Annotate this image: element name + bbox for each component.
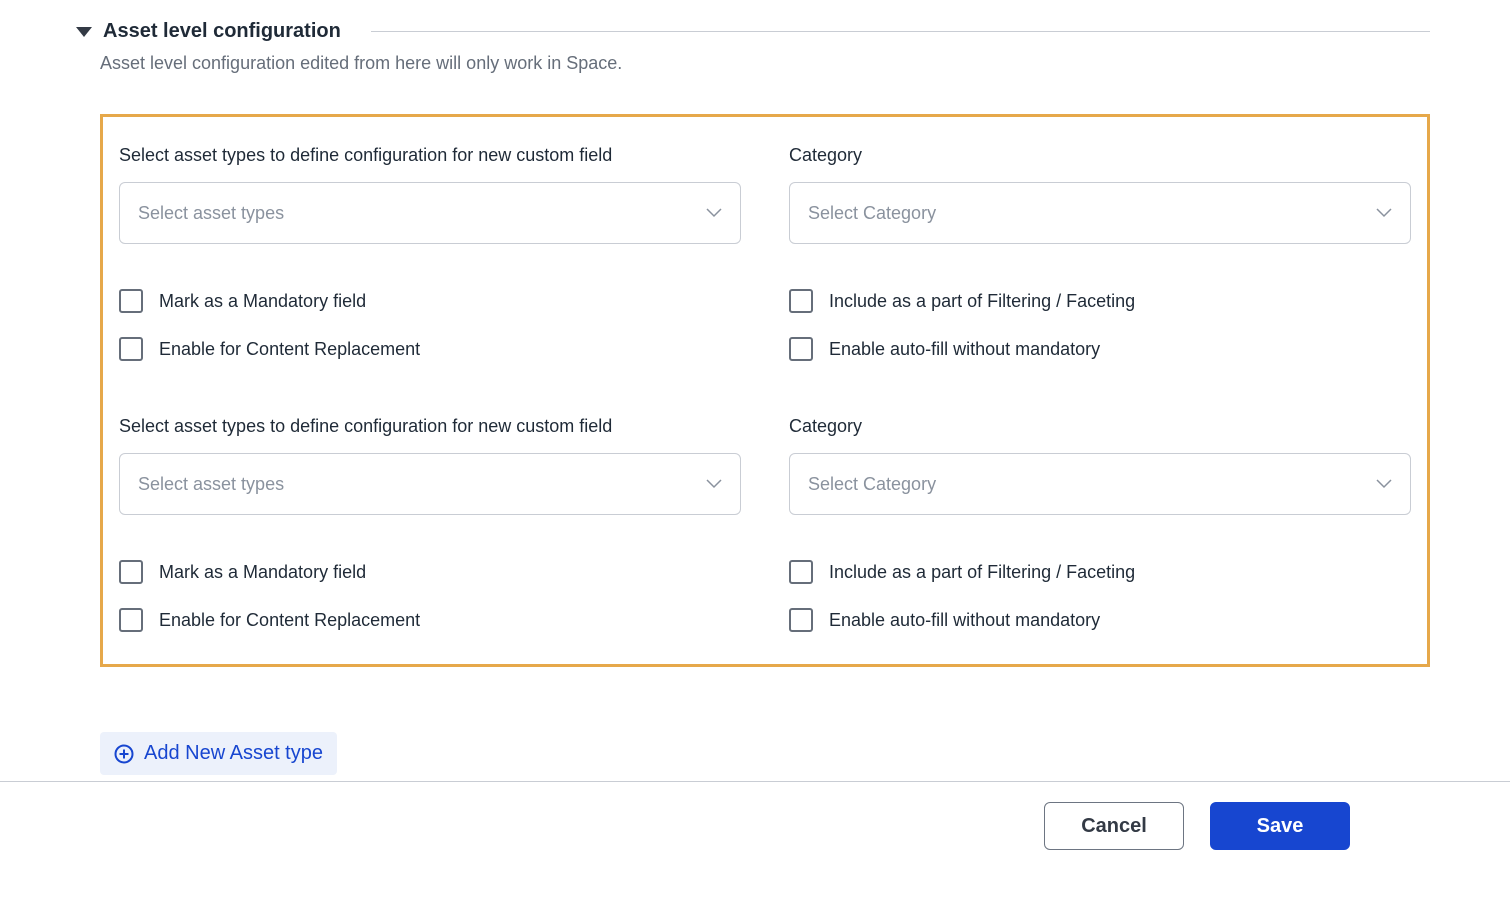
add-new-asset-type-button[interactable]: Add New Asset type — [100, 732, 337, 775]
chevron-down-icon — [706, 479, 722, 489]
mandatory-checkbox[interactable]: Mark as a Mandatory field — [119, 560, 366, 584]
autofill-checkbox[interactable]: Enable auto-fill without mandatory — [789, 337, 1100, 361]
cancel-label: Cancel — [1081, 815, 1147, 838]
content-replacement-checkbox[interactable]: Enable for Content Replacement — [119, 337, 420, 361]
save-button[interactable]: Save — [1210, 802, 1350, 850]
category-label: Category — [789, 145, 1411, 166]
content-replacement-checkbox[interactable]: Enable for Content Replacement — [119, 608, 420, 632]
cancel-button[interactable]: Cancel — [1044, 802, 1184, 850]
chevron-down-icon — [1376, 208, 1392, 218]
content-replacement-label: Enable for Content Replacement — [159, 610, 420, 631]
category-label: Category — [789, 416, 1411, 437]
add-new-asset-type-label: Add New Asset type — [144, 742, 323, 765]
checkbox-icon — [789, 560, 813, 584]
asset-config-block: Select asset types to define configurati… — [119, 416, 1411, 632]
asset-types-placeholder: Select asset types — [138, 203, 284, 224]
autofill-label: Enable auto-fill without mandatory — [829, 610, 1100, 631]
asset-types-placeholder: Select asset types — [138, 474, 284, 495]
filtering-checkbox[interactable]: Include as a part of Filtering / Facetin… — [789, 289, 1135, 313]
chevron-down-icon — [1376, 479, 1392, 489]
section-divider — [371, 31, 1430, 32]
autofill-label: Enable auto-fill without mandatory — [829, 339, 1100, 360]
category-select[interactable]: Select Category — [789, 182, 1411, 244]
config-highlight-box: Select asset types to define configurati… — [100, 114, 1430, 667]
checkbox-icon — [119, 608, 143, 632]
filtering-checkbox[interactable]: Include as a part of Filtering / Facetin… — [789, 560, 1135, 584]
asset-types-select[interactable]: Select asset types — [119, 453, 741, 515]
chevron-down-icon — [706, 208, 722, 218]
category-placeholder: Select Category — [808, 203, 936, 224]
content-replacement-label: Enable for Content Replacement — [159, 339, 420, 360]
section-subtitle: Asset level configuration edited from he… — [100, 53, 1430, 74]
checkbox-icon — [789, 608, 813, 632]
autofill-checkbox[interactable]: Enable auto-fill without mandatory — [789, 608, 1100, 632]
plus-circle-icon — [114, 744, 134, 764]
checkbox-icon — [789, 289, 813, 313]
category-placeholder: Select Category — [808, 474, 936, 495]
filtering-label: Include as a part of Filtering / Facetin… — [829, 291, 1135, 312]
checkbox-icon — [119, 289, 143, 313]
section-title: Asset level configuration — [103, 20, 341, 43]
caret-down-icon[interactable] — [75, 27, 93, 37]
checkbox-icon — [119, 560, 143, 584]
mandatory-label: Mark as a Mandatory field — [159, 291, 366, 312]
asset-types-select[interactable]: Select asset types — [119, 182, 741, 244]
asset-types-label: Select asset types to define configurati… — [119, 145, 741, 166]
mandatory-label: Mark as a Mandatory field — [159, 562, 366, 583]
save-label: Save — [1257, 815, 1304, 838]
filtering-label: Include as a part of Filtering / Facetin… — [829, 562, 1135, 583]
checkbox-icon — [119, 337, 143, 361]
mandatory-checkbox[interactable]: Mark as a Mandatory field — [119, 289, 366, 313]
category-select[interactable]: Select Category — [789, 453, 1411, 515]
checkbox-icon — [789, 337, 813, 361]
asset-types-label: Select asset types to define configurati… — [119, 416, 741, 437]
asset-config-block: Select asset types to define configurati… — [119, 145, 1411, 361]
